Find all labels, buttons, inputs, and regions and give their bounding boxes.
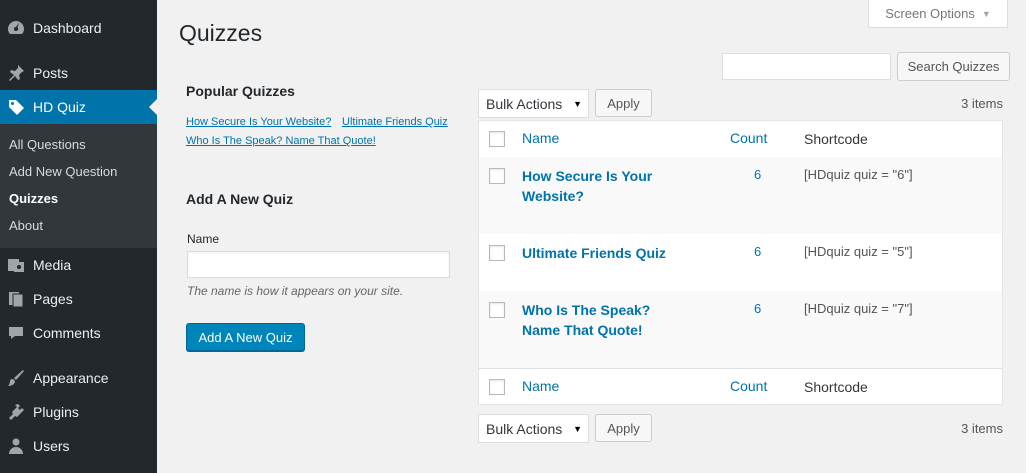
menu-label: Dashboard xyxy=(33,20,102,36)
menu-item-pages[interactable]: Pages xyxy=(0,282,157,316)
submenu-all-questions[interactable]: All Questions xyxy=(9,137,86,152)
quiz-shortcode: [HDquiz quiz = "6"] xyxy=(804,167,913,182)
popular-link[interactable]: Who Is The Speak? Name That Quote! xyxy=(186,135,376,147)
column-count[interactable]: Count xyxy=(730,378,767,394)
menu-item-users[interactable]: Users xyxy=(0,429,157,463)
caret-down-icon: ▼ xyxy=(981,8,991,19)
screen-options-button[interactable]: Screen Options ▼ xyxy=(868,0,1008,28)
table-row: Ultimate Friends Quiz 6 [HDquiz quiz = "… xyxy=(479,234,1002,291)
dropdown-arrow-icon: ▼ xyxy=(573,99,582,109)
quiz-name-input[interactable] xyxy=(187,251,450,278)
popular-link[interactable]: How Secure Is Your Website? xyxy=(186,116,331,128)
select-all-checkbox[interactable] xyxy=(489,131,505,147)
table-header: Name Count Shortcode xyxy=(479,121,1002,158)
apply-button[interactable]: Apply xyxy=(595,414,652,442)
column-shortcode: Shortcode xyxy=(804,131,868,147)
table-footer: Name Count Shortcode xyxy=(479,368,1002,405)
quiz-count[interactable]: 6 xyxy=(754,244,761,259)
menu-label: HD Quiz xyxy=(33,99,86,115)
plug-icon xyxy=(6,402,26,422)
column-count[interactable]: Count xyxy=(730,130,767,146)
bulk-actions-select[interactable]: Bulk Actions ▼ xyxy=(478,414,589,443)
menu-label: Pages xyxy=(33,291,73,307)
brush-icon xyxy=(6,368,26,388)
quiz-name-link[interactable]: Who Is The Speak? Name That Quote! xyxy=(522,300,692,340)
column-name[interactable]: Name xyxy=(522,130,559,146)
add-quiz-button[interactable]: Add A New Quiz xyxy=(186,323,305,351)
quiz-name-link[interactable]: How Secure Is Your Website? xyxy=(522,166,692,206)
submenu-about[interactable]: About xyxy=(9,218,43,233)
dropdown-arrow-icon: ▼ xyxy=(573,424,582,434)
row-checkbox[interactable] xyxy=(489,168,505,184)
submenu-add-new-question[interactable]: Add New Question xyxy=(9,164,117,179)
items-count: 3 items xyxy=(961,421,1003,436)
admin-sidebar: Dashboard Posts HD Quiz All Questions Ad… xyxy=(0,0,157,473)
bulk-actions-label: Bulk Actions xyxy=(486,95,563,112)
apply-button[interactable]: Apply xyxy=(595,89,652,117)
popular-link[interactable]: Ultimate Friends Quiz xyxy=(342,116,448,128)
quizzes-table: Name Count Shortcode How Secure Is Your … xyxy=(478,120,1003,405)
row-checkbox[interactable] xyxy=(489,302,505,318)
quiz-count[interactable]: 6 xyxy=(754,167,761,182)
select-all-checkbox[interactable] xyxy=(489,379,505,395)
dashboard-icon xyxy=(6,18,26,38)
items-count: 3 items xyxy=(961,96,1003,111)
quiz-shortcode: [HDquiz quiz = "5"] xyxy=(804,244,913,259)
menu-label: Users xyxy=(33,438,70,454)
menu-label: Plugins xyxy=(33,404,79,420)
search-input[interactable] xyxy=(722,53,891,80)
menu-item-dashboard[interactable]: Dashboard xyxy=(0,11,157,45)
popular-quizzes-title: Popular Quizzes xyxy=(186,83,295,99)
quiz-name-link[interactable]: Ultimate Friends Quiz xyxy=(522,243,692,263)
bulk-actions-select[interactable]: Bulk Actions ▼ xyxy=(478,89,589,118)
menu-item-posts[interactable]: Posts xyxy=(0,56,157,90)
media-icon xyxy=(6,255,26,275)
hd-quiz-submenu: All Questions Add New Question Quizzes A… xyxy=(0,124,157,248)
menu-item-comments[interactable]: Comments xyxy=(0,316,157,350)
menu-label: Comments xyxy=(33,325,101,341)
name-description: The name is how it appears on your site. xyxy=(187,284,404,298)
add-quiz-title: Add A New Quiz xyxy=(186,191,294,207)
quiz-count[interactable]: 6 xyxy=(754,301,761,316)
comment-icon xyxy=(6,323,26,343)
table-row: Who Is The Speak? Name That Quote! 6 [HD… xyxy=(479,291,1002,368)
search-quizzes-button[interactable]: Search Quizzes xyxy=(897,52,1010,81)
page-title: Quizzes xyxy=(179,20,263,46)
quiz-shortcode: [HDquiz quiz = "7"] xyxy=(804,301,913,316)
pin-icon xyxy=(6,63,26,83)
row-checkbox[interactable] xyxy=(489,245,505,261)
column-shortcode: Shortcode xyxy=(804,379,868,395)
menu-item-hd-quiz[interactable]: HD Quiz xyxy=(0,90,157,124)
menu-item-plugins[interactable]: Plugins xyxy=(0,395,157,429)
menu-label: Media xyxy=(33,257,72,273)
menu-item-media[interactable]: Media xyxy=(0,248,157,282)
user-icon xyxy=(6,436,26,456)
menu-label: Appearance xyxy=(33,370,109,386)
menu-item-appearance[interactable]: Appearance xyxy=(0,361,157,395)
menu-label: Posts xyxy=(33,65,69,81)
bulk-actions-label: Bulk Actions xyxy=(486,420,563,437)
column-name[interactable]: Name xyxy=(522,378,559,394)
name-label: Name xyxy=(187,232,220,246)
pages-icon xyxy=(6,289,26,309)
submenu-quizzes[interactable]: Quizzes xyxy=(9,191,58,206)
screen-options-label: Screen Options xyxy=(885,6,975,21)
tag-icon xyxy=(6,97,26,117)
table-row: How Secure Is Your Website? 6 [HDquiz qu… xyxy=(479,157,1002,234)
